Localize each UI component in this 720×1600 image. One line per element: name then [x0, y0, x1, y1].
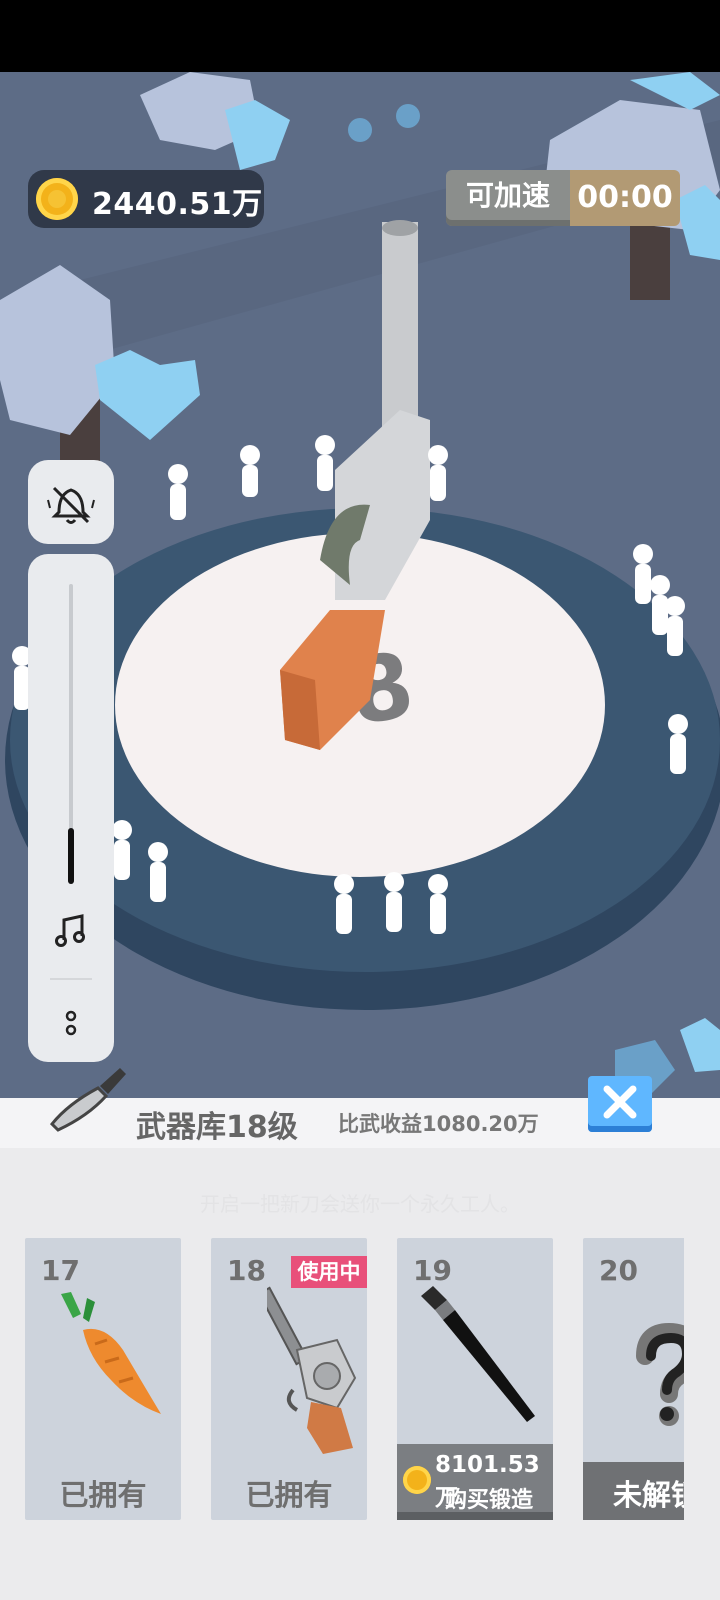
buy-forge-button[interactable]: 8101.53万 购买锻造 [397, 1444, 553, 1520]
weapon-card-list[interactable]: 17 已拥有 18 使用中 已拥有 19 8101.53万 购买锻造 20 未解 [0, 1238, 684, 1520]
coin-icon [403, 1466, 431, 1494]
panel-divider [50, 978, 92, 980]
weapon-level: 18 [227, 1254, 266, 1287]
mute-notification-button[interactable] [28, 460, 114, 544]
weapon-status: 已拥有 [245, 1478, 333, 1512]
coin-amount: 2440.51万 [92, 187, 263, 222]
music-note-icon[interactable] [52, 912, 90, 950]
weapon-card-18[interactable]: 18 使用中 已拥有 [211, 1238, 367, 1520]
weapon-card-20[interactable]: 20 未解锁 [583, 1238, 684, 1520]
weapon-card-19[interactable]: 19 8101.53万 购买锻造 [397, 1238, 553, 1520]
question-mark-icon [636, 1322, 684, 1426]
coin-icon [36, 178, 78, 220]
armory-hint: 开启一把新刀会送你一个永久工人。 [200, 1192, 520, 1216]
status-bar [0, 0, 720, 72]
weapon-level: 20 [599, 1254, 638, 1287]
weapon-status: 未解锁 [613, 1478, 684, 1512]
carrot-icon [61, 1292, 161, 1414]
volume-slider-handle[interactable] [68, 828, 74, 884]
volume-panel [28, 554, 114, 1062]
close-icon [603, 1085, 637, 1119]
revolver-icon [267, 1286, 357, 1454]
speed-up-button[interactable]: 可加速 00:00 [446, 170, 680, 226]
knife-icon [49, 1068, 126, 1132]
weapon-card-17[interactable]: 17 已拥有 [25, 1238, 181, 1520]
buy-forge-label: 购买锻造 [445, 1488, 534, 1513]
more-options-icon[interactable] [61, 1008, 81, 1038]
coin-counter: 2440.51万 [28, 170, 264, 228]
close-button[interactable] [588, 1076, 652, 1132]
speed-up-timer: 00:00 [570, 170, 680, 226]
weapon-status: 已拥有 [59, 1478, 147, 1512]
weapon-level: 17 [41, 1254, 80, 1287]
armory-title: 武器库18级 [136, 1110, 298, 1145]
tournament-income: 比武收益1080.20万 [338, 1112, 539, 1136]
brush-icon [421, 1286, 535, 1422]
bell-off-icon [47, 486, 95, 524]
locked-bar: 未解锁 [583, 1462, 684, 1520]
speed-up-label: 可加速 [446, 170, 570, 226]
